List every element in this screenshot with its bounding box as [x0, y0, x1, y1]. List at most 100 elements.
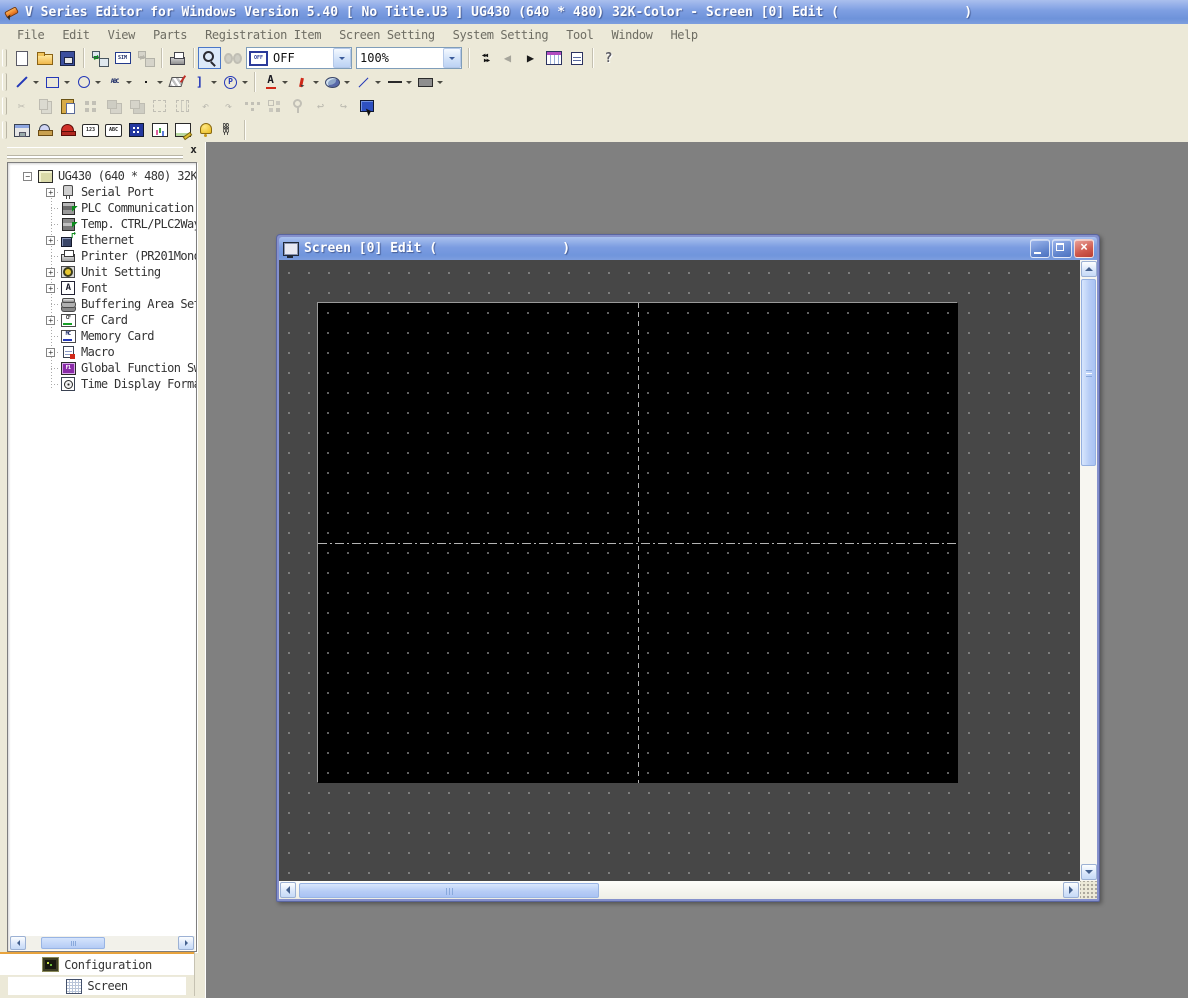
- help-button[interactable]: ?: [597, 47, 620, 69]
- next-screen-button[interactable]: [519, 47, 542, 69]
- send-to-back-button[interactable]: [125, 95, 148, 117]
- screen-canvas[interactable]: [318, 303, 958, 783]
- transfer-button[interactable]: [88, 47, 111, 69]
- keypad-part-button[interactable]: [125, 119, 148, 141]
- tree-expander-icon[interactable]: [23, 172, 32, 181]
- horizontal-scrollbar[interactable]: [279, 881, 1080, 899]
- tree-item-ethernet[interactable]: Ethernet: [8, 232, 196, 248]
- pen-button[interactable]: [290, 71, 321, 93]
- menu-window[interactable]: Window: [603, 25, 662, 45]
- ungroup-button[interactable]: [171, 95, 194, 117]
- tree-expander-icon[interactable]: [46, 284, 55, 293]
- upload-button[interactable]: [134, 47, 157, 69]
- numeric-display-button[interactable]: 123: [79, 119, 102, 141]
- bring-to-front-button[interactable]: [102, 95, 125, 117]
- tree-item-printer[interactable]: Printer (PR201Monoch: [8, 248, 196, 264]
- menu-file[interactable]: File: [8, 25, 53, 45]
- print-button[interactable]: [166, 47, 189, 69]
- tree-item-serial-port[interactable]: Serial Port: [8, 184, 196, 200]
- tree-item-time-display-format[interactable]: Time Display Format: [8, 376, 196, 392]
- tree-expander-icon[interactable]: [46, 268, 55, 277]
- prev-screen-button[interactable]: [496, 47, 519, 69]
- scroll-up-icon[interactable]: [1081, 261, 1097, 277]
- fill-button[interactable]: [414, 71, 445, 93]
- vertical-scrollbar[interactable]: [1080, 260, 1097, 881]
- close-button[interactable]: [1074, 239, 1094, 258]
- rotate-left-button[interactable]: [194, 95, 217, 117]
- date-part-button[interactable]: DD MM YY: [217, 119, 240, 141]
- jump-button[interactable]: [473, 47, 496, 69]
- scrollbar-thumb[interactable]: [41, 937, 105, 949]
- tree-item-macro[interactable]: Macro: [8, 344, 196, 360]
- scroll-left-icon[interactable]: [10, 936, 26, 950]
- menu-tool[interactable]: Tool: [557, 25, 602, 45]
- new-button[interactable]: [10, 47, 33, 69]
- chevron-down-icon[interactable]: [333, 48, 351, 68]
- align-button[interactable]: [240, 95, 263, 117]
- tree-item-plc-communication[interactable]: PLC Communication(M: [8, 200, 196, 216]
- tree-item-unit-setting[interactable]: Unit Setting: [8, 264, 196, 280]
- tree-item-global-function-switch[interactable]: F1 Global Function Swi: [8, 360, 196, 376]
- menu-parts[interactable]: Parts: [144, 25, 196, 45]
- menu-help[interactable]: Help: [661, 25, 706, 45]
- scrollbar-thumb[interactable]: [299, 883, 599, 898]
- tree-item-temp-ctrl[interactable]: Temp. CTRL/PLC2Way: [8, 216, 196, 232]
- scrollbar-thumb[interactable]: [1081, 279, 1096, 466]
- save-button[interactable]: [56, 47, 79, 69]
- tree-item-buffering-area[interactable]: Buffering Area Sett: [8, 296, 196, 312]
- scale-tool[interactable]: [188, 71, 219, 93]
- cut-button[interactable]: [10, 95, 33, 117]
- tree-expander-icon[interactable]: [46, 188, 55, 197]
- menu-registration-item[interactable]: Registration Item: [196, 25, 330, 45]
- tree-expander-icon[interactable]: [46, 316, 55, 325]
- tree-item-font[interactable]: A Font: [8, 280, 196, 296]
- scroll-down-icon[interactable]: [1081, 864, 1097, 880]
- copy-button[interactable]: [33, 95, 56, 117]
- char-display-button[interactable]: ABC: [102, 119, 125, 141]
- scroll-left-icon[interactable]: [280, 882, 296, 898]
- maximize-button[interactable]: [1052, 239, 1072, 258]
- redo-button[interactable]: [332, 95, 355, 117]
- dot-tool[interactable]: [134, 71, 165, 93]
- main-titlebar[interactable]: V Series Editor for Windows Version 5.40…: [0, 0, 1188, 25]
- char-color-button[interactable]: A: [259, 71, 290, 93]
- buzzer-part-button[interactable]: [194, 119, 217, 141]
- tree-horizontal-scrollbar[interactable]: [9, 936, 195, 950]
- line-style-button[interactable]: [383, 71, 414, 93]
- tree-item-cf-card[interactable]: CF CF Card: [8, 312, 196, 328]
- minimize-button[interactable]: [1030, 239, 1050, 258]
- tab-configuration[interactable]: Configuration: [0, 952, 194, 975]
- switch-part-button[interactable]: [10, 119, 33, 141]
- chevron-down-icon[interactable]: [443, 48, 461, 68]
- sidebar-grip-handle[interactable]: [7, 147, 183, 156]
- scroll-right-icon[interactable]: [178, 936, 194, 950]
- search-button[interactable]: [221, 47, 244, 69]
- menu-system-setting[interactable]: System Setting: [444, 25, 558, 45]
- undo-button[interactable]: [309, 95, 332, 117]
- tree-item-ug430[interactable]: UG430 (640 * 480) 32K-: [8, 168, 196, 184]
- line-tool[interactable]: [10, 71, 41, 93]
- graph-part-button[interactable]: [148, 119, 171, 141]
- rotate-right-button[interactable]: [217, 95, 240, 117]
- alarm-display-button[interactable]: [56, 119, 79, 141]
- zoom-level-combo[interactable]: 100%: [356, 47, 462, 69]
- group-button[interactable]: [148, 95, 171, 117]
- open-button[interactable]: [33, 47, 56, 69]
- screen-list-button[interactable]: [542, 47, 565, 69]
- tab-screen[interactable]: Screen: [8, 976, 186, 995]
- display-environment-button[interactable]: [355, 95, 378, 117]
- resize-grip[interactable]: [1080, 881, 1097, 899]
- paint-tool[interactable]: [165, 71, 188, 93]
- line-width-button[interactable]: [352, 71, 383, 93]
- edit-workspace[interactable]: [279, 260, 1080, 881]
- tree-item-memory-card[interactable]: MC Memory Card: [8, 328, 196, 344]
- child-titlebar[interactable]: Screen [0] Edit ( ): [279, 237, 1097, 260]
- off-display-combo[interactable]: OFF OFF: [246, 47, 352, 69]
- palette-button[interactable]: [321, 71, 352, 93]
- text-tool[interactable]: ABC: [103, 71, 134, 93]
- close-sidebar-icon[interactable]: x: [187, 144, 200, 157]
- menu-edit[interactable]: Edit: [53, 25, 98, 45]
- multi-copy-button[interactable]: [79, 95, 102, 117]
- zoom-button[interactable]: [198, 47, 221, 69]
- paste-button[interactable]: [56, 95, 79, 117]
